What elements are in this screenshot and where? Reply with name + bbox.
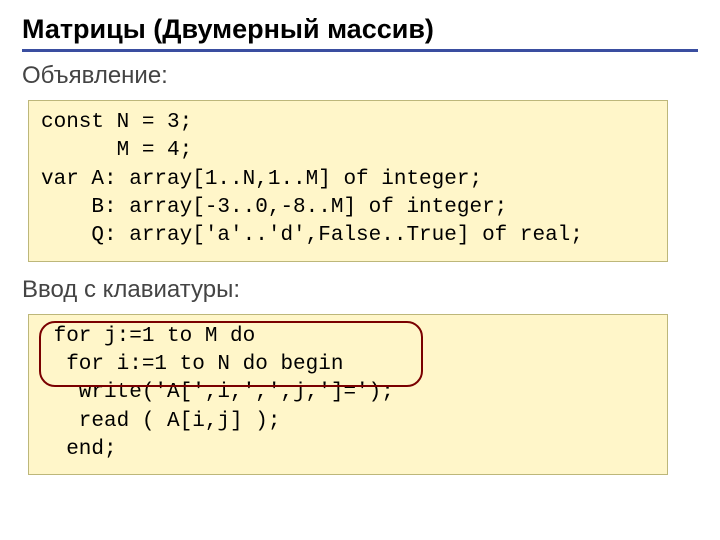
code-line: end; <box>41 436 655 464</box>
code-line: write('A[',i,',',j,']='); <box>41 379 655 407</box>
title-rule <box>22 49 698 52</box>
code-line: B: array[-3..0,-8..M] of integer; <box>41 194 655 222</box>
subhead-input: Ввод с клавиатуры: <box>22 276 698 304</box>
code-line: for j:=1 to M do <box>41 323 655 351</box>
slide: Матрицы (Двумерный массив) Объявление: c… <box>0 0 720 499</box>
page-title: Матрицы (Двумерный массив) <box>22 14 698 45</box>
code-line: read ( A[i,j] ); <box>41 408 655 436</box>
code-line: var A: array[1..N,1..M] of integer; <box>41 166 655 194</box>
code-line: M = 4; <box>41 137 655 165</box>
code-line: const N = 3; <box>41 109 655 137</box>
code-box-declaration: const N = 3; M = 4; var A: array[1..N,1.… <box>28 100 668 262</box>
subhead-declaration: Объявление: <box>22 62 698 90</box>
code-line: for i:=1 to N do begin <box>41 351 655 379</box>
code-box-input: for j:=1 to M do for i:=1 to N do begin … <box>28 314 668 476</box>
code-line: Q: array['a'..'d',False..True] of real; <box>41 222 655 250</box>
